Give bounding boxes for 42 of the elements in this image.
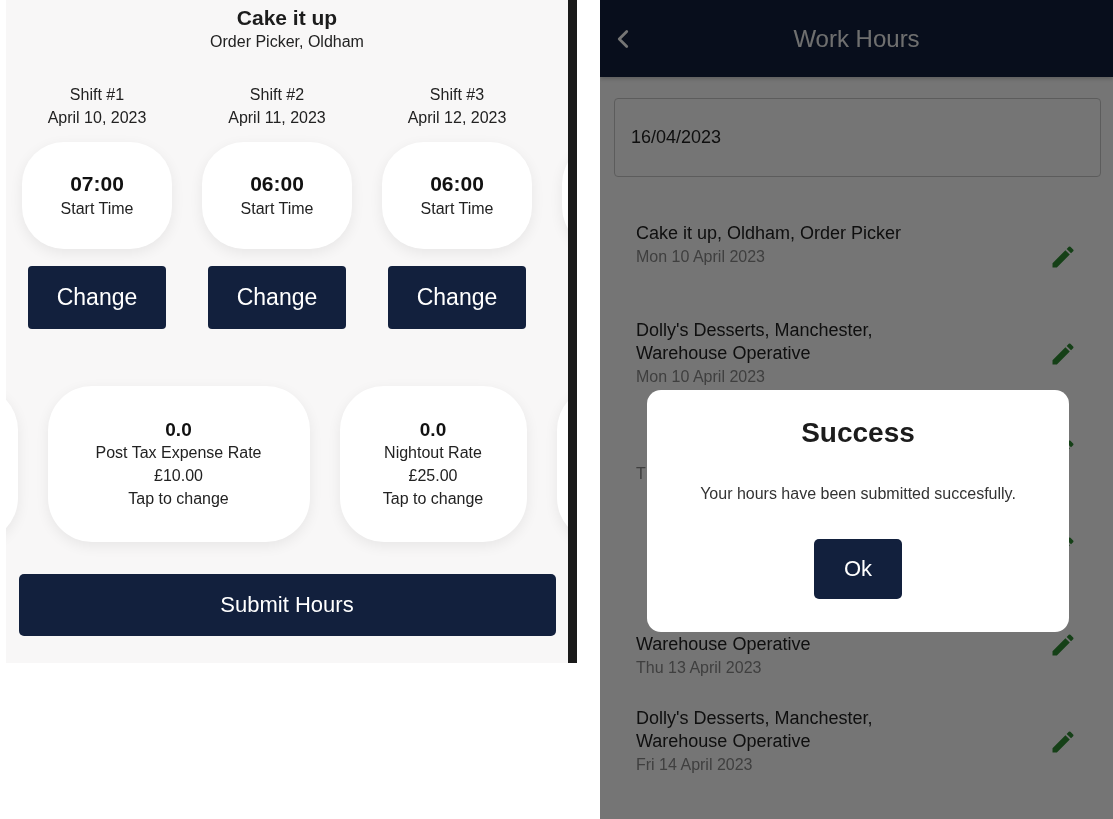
dialog-message: Your hours have been submitted succesfully. [700, 485, 1016, 503]
rate-value: 0.0 [165, 418, 192, 441]
tap-hint: Tap to change [382, 489, 484, 509]
ok-button[interactable]: Ok [814, 539, 902, 599]
time-card[interactable]: 06:00 Start Time [382, 142, 532, 249]
rate-amount: £10.00 [154, 466, 203, 486]
shift-date: April 12, 2023 [407, 108, 507, 128]
start-time: 07:00 [70, 171, 124, 195]
shift-label: Shift #1 [69, 85, 125, 105]
shift-label: Shift #3 [429, 85, 485, 105]
rate-card[interactable]: 0.0 Post Tax Expense Rate £10.00 Tap to change [47, 386, 310, 542]
start-time: 06:00 [430, 171, 484, 195]
change-button[interactable]: Change [28, 266, 166, 329]
entry-title: Warehouse Operative [636, 633, 811, 656]
rate-name: Nightout Rate [384, 443, 482, 463]
entry-title: Cake it up, Oldham, Order Picker [636, 222, 902, 245]
rate-amount: £25.00 [408, 466, 458, 486]
tap-hint: Tap to change [128, 489, 229, 509]
entry-title: Dolly's Desserts, Manchester, [636, 319, 873, 342]
shift-date: April 10, 2023 [47, 108, 147, 128]
time-card[interactable]: 06:00 Start Time [202, 142, 352, 249]
rate-value: 0.0 [419, 418, 447, 441]
start-time: 06:00 [250, 171, 304, 195]
rate-name: Post Tax Expense Rate [95, 443, 262, 463]
time-card[interactable]: 07:00 Start Time [22, 142, 172, 249]
time-caption: Start Time [420, 198, 494, 219]
screen-title: Work Hours [793, 24, 920, 53]
submit-button[interactable]: Submit Hours [18, 574, 556, 636]
shift-date: April 11, 2023 [228, 108, 326, 128]
entry-title: Warehouse Operative [636, 342, 812, 365]
company-title: Cake it up [236, 5, 338, 31]
time-caption: Start Time [240, 198, 314, 219]
rate-card[interactable]: 0.0 Nightout Rate £25.00 Tap to change [339, 386, 527, 542]
shift-label: Shift #2 [249, 85, 305, 105]
entry-title: Warehouse Operative [636, 730, 812, 753]
entry-title: Dolly's Desserts, Manchester, [636, 707, 873, 730]
change-button[interactable]: Change [208, 266, 346, 329]
change-button[interactable]: Change [388, 266, 526, 329]
time-caption: Start Time [60, 198, 134, 219]
date-field[interactable]: 16/04/2023 [614, 98, 1101, 177]
job-subtitle: Order Picker, Oldham [210, 32, 364, 52]
dialog-title: Success [801, 417, 915, 449]
